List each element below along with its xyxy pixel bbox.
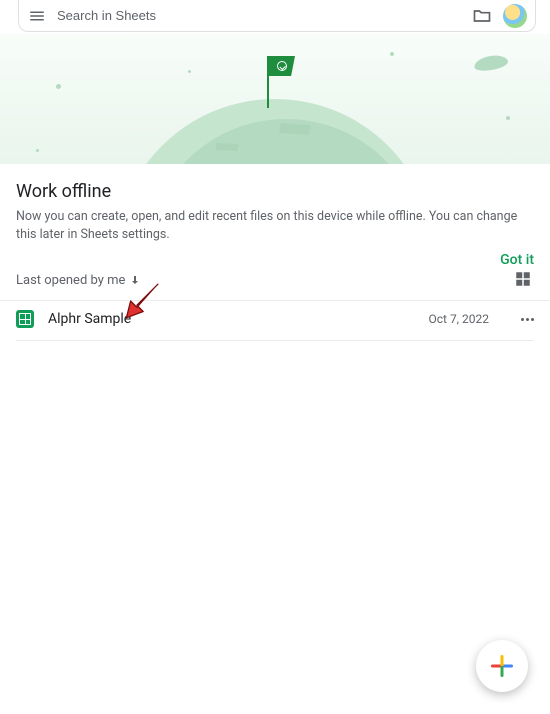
file-row[interactable]: Alphr Sample Oct 7, 2022 — [16, 298, 534, 341]
arrow-down-icon — [129, 274, 141, 286]
sheets-file-icon — [16, 310, 34, 328]
new-file-fab[interactable] — [476, 640, 528, 692]
search-bar — [18, 0, 536, 32]
more-options-icon[interactable] — [521, 318, 534, 321]
folder-icon[interactable] — [471, 5, 493, 27]
avatar[interactable] — [503, 4, 527, 28]
sort-label: Last opened by me — [16, 273, 125, 288]
file-date: Oct 7, 2022 — [429, 312, 490, 326]
ufo-icon — [473, 53, 509, 73]
search-input[interactable] — [57, 8, 461, 23]
list-header: Last opened by me — [0, 260, 550, 301]
plus-icon — [491, 655, 513, 677]
grid-view-icon[interactable] — [514, 270, 534, 290]
flag-icon — [267, 56, 269, 108]
sort-button[interactable]: Last opened by me — [16, 273, 141, 288]
menu-icon[interactable] — [27, 6, 47, 26]
info-title: Work offline — [16, 181, 534, 202]
banner-illustration — [0, 34, 550, 164]
info-body: Now you can create, open, and edit recen… — [16, 208, 534, 244]
file-name: Alphr Sample — [48, 311, 415, 327]
